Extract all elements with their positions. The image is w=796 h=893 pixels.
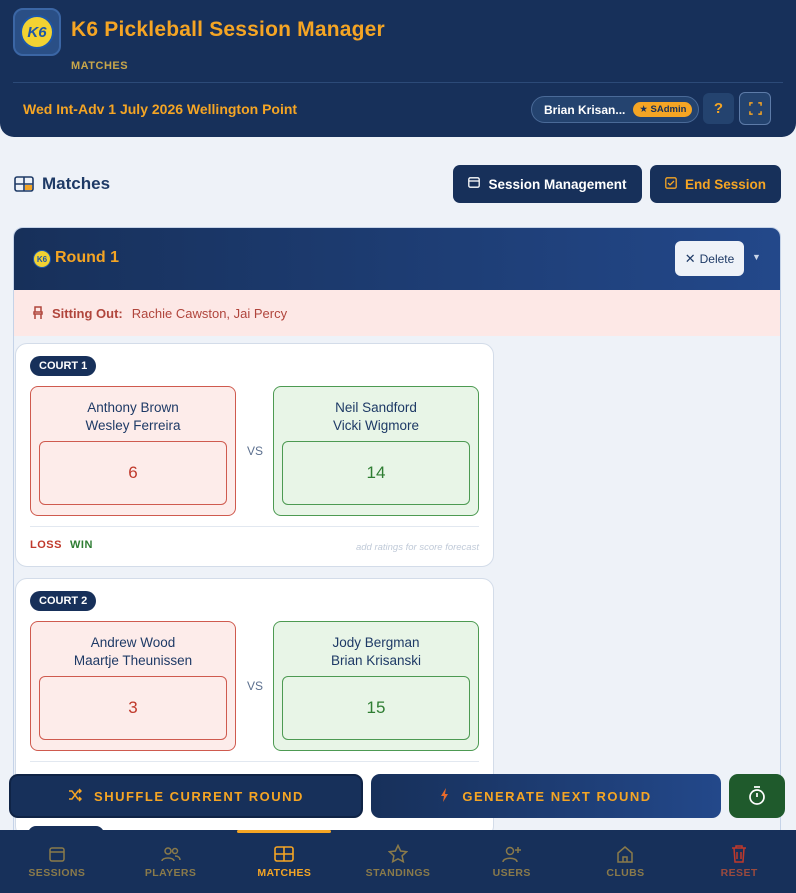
score-input[interactable]: 15 — [282, 676, 470, 740]
round-title: Round 1 — [55, 249, 119, 266]
vs-label: VS — [247, 679, 264, 693]
app-title: K6 Pickleball Session Manager — [71, 18, 385, 41]
generate-label: GENERATE NEXT ROUND — [462, 788, 652, 804]
app-header: K6 K6 Pickleball Session Manager MATCHES… — [0, 0, 796, 137]
app-logo: K6 — [13, 8, 61, 56]
score-input[interactable]: 14 — [282, 441, 470, 505]
nav-label: CLUBS — [606, 867, 645, 879]
score-input[interactable]: 3 — [39, 676, 227, 740]
bottom-nav: SESSIONS PLAYERS MATCHES STANDINGS USERS… — [0, 830, 796, 893]
vs-label: VS — [247, 444, 264, 458]
nav-item-users[interactable]: USERS — [455, 830, 569, 893]
forecast-hint: add ratings for score forecast — [355, 542, 479, 553]
player-name: Wesley Ferreira — [85, 418, 181, 433]
divider — [30, 761, 479, 762]
matches-heading: Matches — [14, 174, 110, 194]
court-label: COURT 1 — [30, 356, 97, 376]
nav-label: RESET — [720, 867, 758, 879]
page-subtitle: MATCHES — [71, 60, 129, 72]
fullscreen-button[interactable] — [739, 92, 771, 125]
chair-icon — [33, 306, 43, 319]
nav-label: PLAYERS — [144, 867, 197, 879]
shuffle-label: SHUFFLE CURRENT ROUND — [94, 788, 304, 804]
nav-item-clubs[interactable]: CLUBS — [569, 830, 683, 893]
fullscreen-icon — [748, 102, 762, 115]
player-name: Maartje Theunissen — [73, 653, 193, 668]
nav-item-players[interactable]: PLAYERS — [114, 830, 228, 893]
sitting-out-label: Sitting Out: — [52, 305, 123, 321]
result-loss-label: LOSS — [30, 539, 62, 551]
session-title: Wed Int-Adv 1 July 2026 Wellington Point — [23, 101, 298, 117]
calendar-icon — [47, 844, 67, 864]
pickleball-icon: K6 — [33, 250, 51, 268]
check-square-icon — [665, 176, 677, 192]
grid-icon — [274, 844, 295, 864]
team-players: Jody Bergman Brian Krisanski — [274, 634, 478, 670]
end-session-label: End Session — [684, 176, 767, 192]
nav-item-standings[interactable]: STANDINGS — [341, 830, 455, 893]
nav-item-matches[interactable]: MATCHES — [227, 830, 341, 893]
court-card: COURT 1 Anthony Brown Wesley Ferreira 6 … — [15, 343, 494, 567]
player-name: Andrew Wood — [90, 635, 176, 650]
player-name: Neil Sandford — [335, 400, 417, 415]
delete-label: Delete — [699, 251, 735, 266]
sitting-out-names: Rachie Cawston, Jai Percy — [131, 305, 288, 321]
user-menu[interactable]: Brian Krisan... ★ SAdmin — [531, 96, 699, 123]
nav-item-sessions[interactable]: SESSIONS — [0, 830, 114, 893]
timer-button[interactable] — [729, 774, 785, 818]
user-plus-icon — [501, 844, 522, 864]
result-win-label: WIN — [70, 539, 93, 551]
nav-item-reset[interactable]: RESET — [682, 830, 796, 893]
team-b: Neil Sandford Vicki Wigmore 14 — [273, 386, 479, 516]
nav-label: SESSIONS — [28, 867, 86, 879]
team-a: Anthony Brown Wesley Ferreira 6 — [30, 386, 236, 516]
chevron-down-icon[interactable]: ▼ — [752, 252, 761, 262]
team-a: Andrew Wood Maartje Theunissen 3 — [30, 621, 236, 751]
team-b: Jody Bergman Brian Krisanski 15 — [273, 621, 479, 751]
shuffle-round-button[interactable]: SHUFFLE CURRENT ROUND — [9, 774, 363, 818]
nav-label: MATCHES — [257, 867, 312, 879]
score-input[interactable]: 6 — [39, 441, 227, 505]
session-management-label: Session Management — [488, 176, 627, 192]
trash-icon — [729, 844, 749, 864]
close-icon: ✕ — [684, 250, 696, 266]
question-icon: ? — [713, 100, 724, 117]
home-icon — [615, 844, 635, 864]
round-panel: K6 Round 1 ✕ Delete ▼ Sitting Out: Rachi… — [13, 227, 781, 847]
generate-round-button[interactable]: GENERATE NEXT ROUND — [371, 774, 721, 818]
player-name: Jody Bergman — [332, 635, 420, 650]
shuffle-icon — [68, 787, 83, 805]
grid-icon — [14, 176, 34, 192]
lightning-icon — [440, 787, 450, 805]
team-players: Andrew Wood Maartje Theunissen — [31, 634, 235, 670]
calendar-icon — [468, 177, 481, 191]
star-icon — [388, 844, 409, 864]
end-session-button[interactable]: End Session — [650, 165, 781, 203]
player-name: Brian Krisanski — [330, 653, 422, 668]
player-name: Anthony Brown — [87, 400, 179, 415]
user-name: Brian Krisan... — [544, 102, 626, 117]
header-divider — [13, 82, 783, 83]
team-players: Anthony Brown Wesley Ferreira — [31, 399, 235, 435]
sitting-out-bar: Sitting Out: Rachie Cawston, Jai Percy — [14, 290, 780, 336]
round-header: K6 Round 1 ✕ Delete ▼ — [14, 228, 780, 290]
session-management-button[interactable]: Session Management — [453, 165, 642, 203]
users-icon — [160, 844, 181, 864]
team-players: Neil Sandford Vicki Wigmore — [274, 399, 478, 435]
player-name: Vicki Wigmore — [332, 418, 420, 433]
help-button[interactable]: ? — [703, 93, 734, 124]
role-badge: ★ SAdmin — [633, 102, 693, 117]
delete-round-button[interactable]: ✕ Delete — [675, 241, 744, 276]
pickleball-icon: K6 — [20, 15, 54, 49]
stopwatch-icon — [749, 786, 765, 805]
court-label: COURT 2 — [30, 591, 97, 611]
nav-label: STANDINGS — [365, 867, 431, 879]
page-title: Matches — [42, 174, 111, 193]
divider — [30, 526, 479, 527]
nav-label: USERS — [492, 867, 531, 879]
